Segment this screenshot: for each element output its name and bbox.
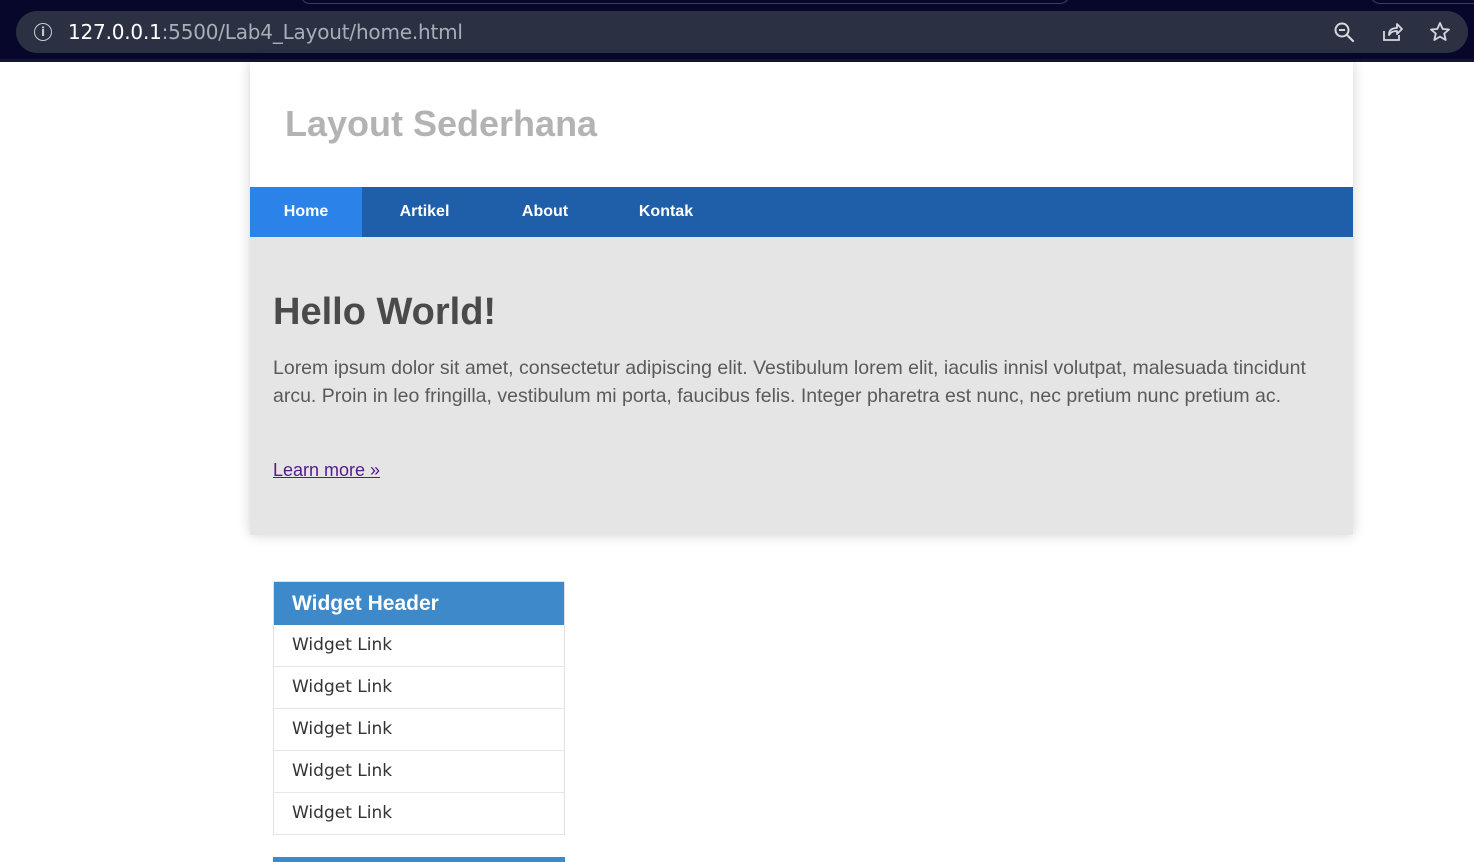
url-path: :5500/Lab4_Layout/home.html [161,20,463,44]
nav-item-artikel[interactable]: Artikel [362,187,487,237]
tab-strip [0,0,1474,6]
widget-header: Widget Header [274,582,564,625]
widget-link[interactable]: Widget Link [274,625,564,667]
hero-text: Lorem ipsum dolor sit amet, consectetur … [273,357,1306,407]
hero-section: Hello World! Lorem ipsum dolor sit amet,… [250,237,1353,535]
hero-title: Hello World! [273,291,497,333]
tab-edge [300,0,1070,4]
widget-link[interactable]: Widget Link [274,751,564,793]
bookmark-star-icon[interactable] [1428,20,1452,44]
site-title: Layout Sederhana [285,103,598,144]
info-icon[interactable]: i [34,23,52,41]
widget-link[interactable]: Widget Link [274,793,564,835]
nav-item-home[interactable]: Home [250,187,362,237]
share-icon[interactable] [1380,20,1404,44]
widget-link[interactable]: Widget Link [274,667,564,709]
zoom-icon[interactable] [1332,20,1356,44]
nav-item-about[interactable]: About [487,187,603,237]
address-bar[interactable]: i 127.0.0.1:5500/Lab4_Layout/home.html [16,11,1468,53]
sidebar-widget: Widget Header Widget Link Widget Link Wi… [273,581,565,835]
widget-link[interactable]: Widget Link [274,709,564,751]
browser-chrome: i 127.0.0.1:5500/Lab4_Layout/home.html [0,0,1474,62]
site-header: Layout Sederhana [250,62,1353,187]
page-container: Layout Sederhana Home Artikel About Kont… [250,62,1353,535]
main-nav: Home Artikel About Kontak [250,187,1353,237]
tab-edge [1370,0,1474,4]
learn-more-link[interactable]: Learn more » [273,458,380,482]
url-host: 127.0.0.1 [68,20,162,44]
nav-item-kontak[interactable]: Kontak [603,187,729,237]
url-text[interactable]: 127.0.0.1:5500/Lab4_Layout/home.html [68,20,463,44]
next-widget-header [273,857,565,862]
